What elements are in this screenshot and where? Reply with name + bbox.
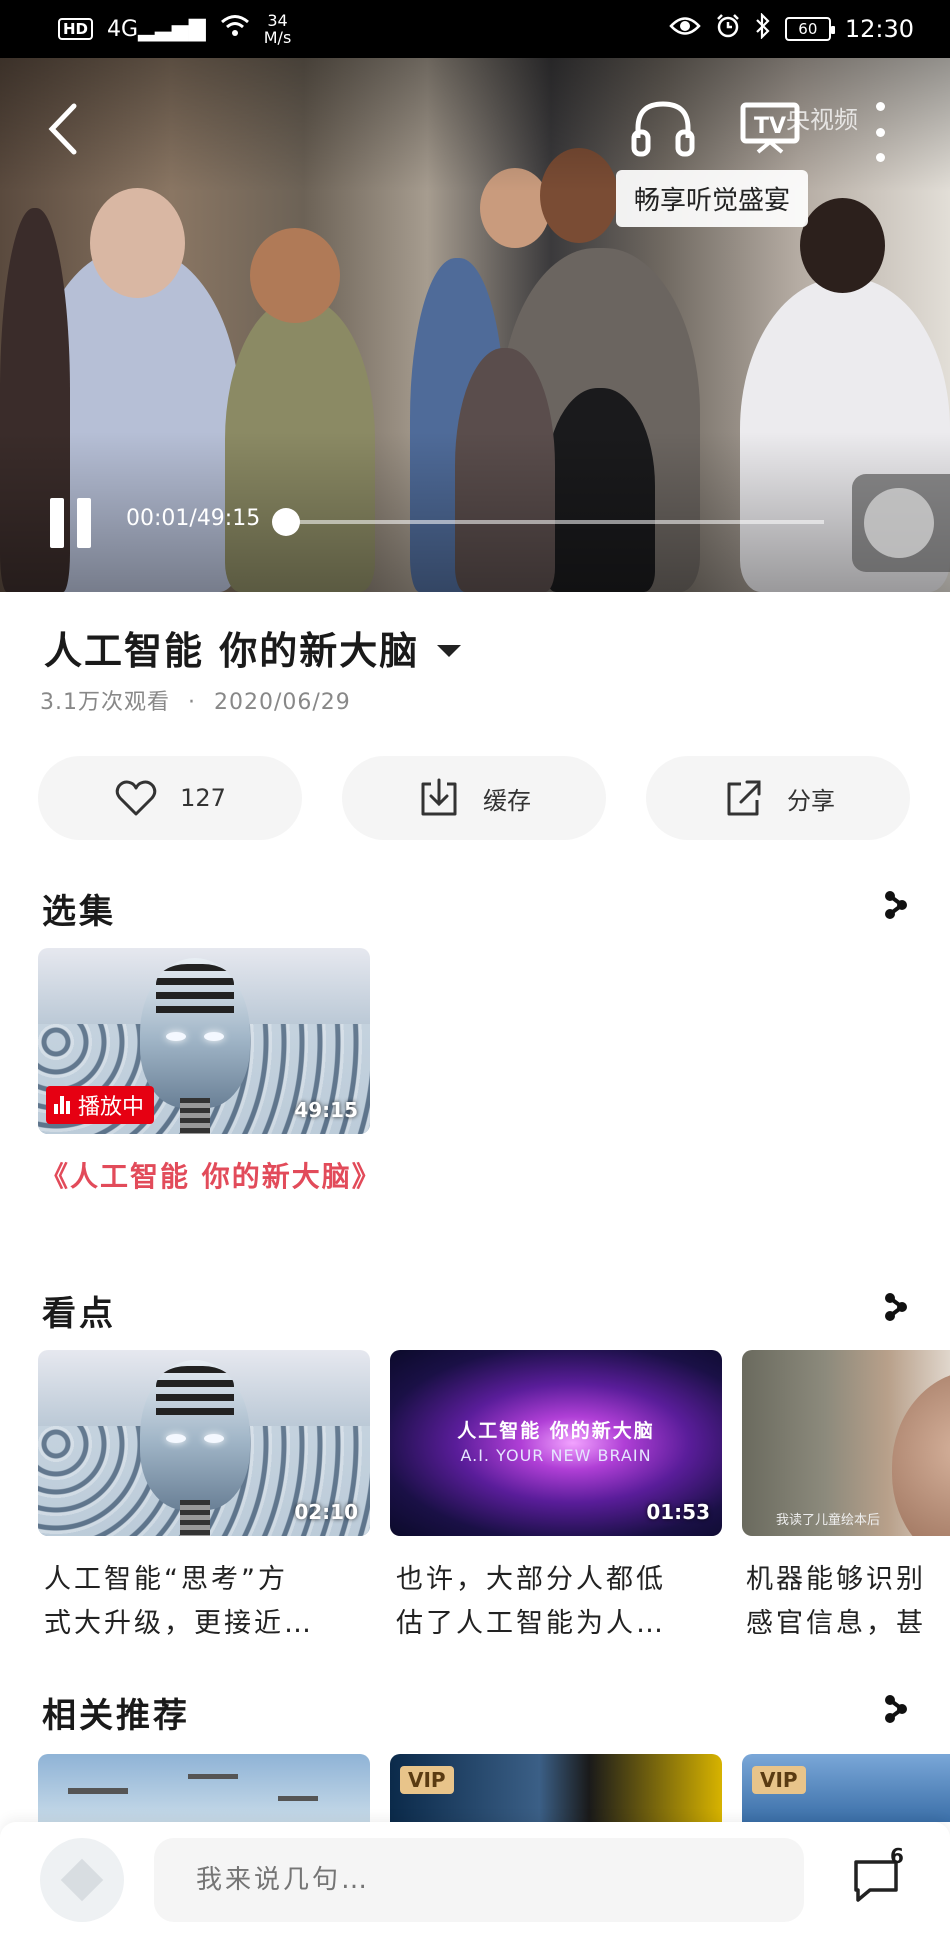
related-section-title: 相关推荐 — [42, 1696, 190, 1736]
video-title: 人工智能 你的新大脑 — [44, 629, 420, 673]
highlight-thumbnail-2[interactable]: 人工智能 你的新大脑 A.I. YOUR NEW BRAIN 01:53 — [390, 1350, 722, 1536]
publish-date: 2020/06/29 — [214, 690, 351, 715]
hd-indicator: HD — [58, 18, 94, 40]
view-count: 3.1万次观看 — [40, 690, 170, 715]
equalizer-icon — [54, 1096, 70, 1114]
alarm-icon — [715, 13, 741, 45]
pause-icon — [50, 498, 64, 548]
eye-icon — [669, 15, 701, 43]
highlight-duration: 01:53 — [646, 1500, 710, 1524]
audio-tooltip: 畅享听觉盛宴 — [616, 170, 809, 227]
svg-text:TV: TV — [754, 114, 786, 139]
episodes-more-icon[interactable] — [884, 890, 908, 920]
video-meta: 3.1万次观看 · 2020/06/29 — [40, 684, 351, 716]
caret-down-icon[interactable] — [437, 644, 462, 657]
highlight-thumbnail-1[interactable]: 02:10 — [38, 1350, 370, 1536]
progress-handle[interactable] — [272, 508, 300, 536]
channel-logo: 央视频 — [786, 106, 858, 134]
fullscreen-button[interactable] — [852, 474, 950, 572]
comment-count: 6 — [890, 1844, 904, 1868]
vip-badge: VIP — [752, 1766, 806, 1794]
highlight-thumbnail-3[interactable]: 我读了儿童绘本后 — [742, 1350, 950, 1536]
thumbnail-subtitle-text: A.I. YOUR NEW BRAIN — [460, 1446, 652, 1465]
meta-separator: · — [188, 690, 196, 715]
heart-icon — [115, 780, 157, 816]
highlight-caption-2[interactable]: 也许，大部分人都低 估了人工智能为人… — [396, 1558, 726, 1646]
share-button[interactable]: 分享 — [646, 756, 910, 840]
pause-button[interactable] — [50, 498, 96, 548]
video-title-row[interactable]: 人工智能 你的新大脑 — [44, 620, 462, 675]
highlight-duration: 02:10 — [294, 1500, 358, 1524]
progress-bar[interactable] — [272, 508, 824, 536]
related-thumbnail-1[interactable] — [38, 1754, 370, 1822]
fullscreen-icon — [864, 488, 934, 558]
headphones-icon — [631, 101, 695, 157]
now-playing-badge: 播放中 — [46, 1086, 155, 1124]
related-thumbnail-3[interactable]: VIP — [742, 1754, 950, 1822]
highlights-more-icon[interactable] — [884, 1292, 908, 1322]
episode-duration: 49:15 — [294, 1098, 358, 1122]
cache-button[interactable]: 缓存 — [342, 756, 606, 840]
episode-thumbnail[interactable]: 49:15 播放中 — [38, 948, 370, 1134]
back-button[interactable] — [44, 102, 92, 166]
timecode: 00:01/49:15 — [126, 506, 261, 531]
network-indicator: 4G▂▃▅▇ — [107, 16, 206, 42]
highlights-section-title: 看点 — [42, 1294, 116, 1334]
highlight-caption-3[interactable]: 机器能够识别 感官信息，甚 — [746, 1558, 950, 1646]
download-icon — [421, 778, 457, 816]
wifi-icon — [220, 14, 250, 44]
episode-title[interactable]: 《人工智能 你的新大脑》 — [40, 1156, 380, 1198]
episodes-section-title: 选集 — [42, 892, 116, 932]
comment-input[interactable] — [154, 1838, 804, 1922]
chevron-left-icon — [48, 103, 77, 155]
thumbnail-subtitle-text: 我读了儿童绘本后 — [776, 1513, 881, 1528]
battery-indicator: 60 — [784, 17, 835, 41]
more-icon — [875, 102, 885, 111]
vip-badge: VIP — [400, 1766, 454, 1794]
audio-mode-button[interactable] — [630, 98, 696, 164]
highlight-caption-1[interactable]: 人工智能“思考”方 式大升级，更接近… — [44, 1558, 374, 1646]
network-speed: 34 M/s — [263, 11, 292, 47]
status-bar: HD 4G▂▃▅▇ 34 M/s 60 12:30 — [0, 0, 950, 58]
avatar[interactable] — [40, 1838, 124, 1922]
like-count: 127 — [180, 784, 226, 812]
more-options-button[interactable] — [870, 102, 890, 162]
related-thumbnail-2[interactable]: VIP — [390, 1754, 722, 1822]
like-button[interactable]: 127 — [38, 756, 302, 840]
share-label: 分享 — [787, 786, 835, 815]
clock: 12:30 — [844, 15, 914, 43]
related-more-icon[interactable] — [884, 1694, 908, 1724]
thumbnail-title-text: 人工智能 你的新大脑 — [457, 1420, 655, 1442]
bluetooth-icon — [755, 12, 771, 45]
share-icon — [727, 780, 761, 816]
comment-bar: 6 — [0, 1822, 950, 1939]
action-row: 127 缓存 分享 — [38, 756, 910, 840]
user-avatar-icon — [60, 1858, 104, 1902]
cache-label: 缓存 — [483, 786, 531, 815]
video-player[interactable]: TV 央视频 畅享听觉盛宴 00:01/49:15 — [0, 58, 950, 592]
signal-icon: ▂▃▅▇ — [138, 16, 206, 42]
